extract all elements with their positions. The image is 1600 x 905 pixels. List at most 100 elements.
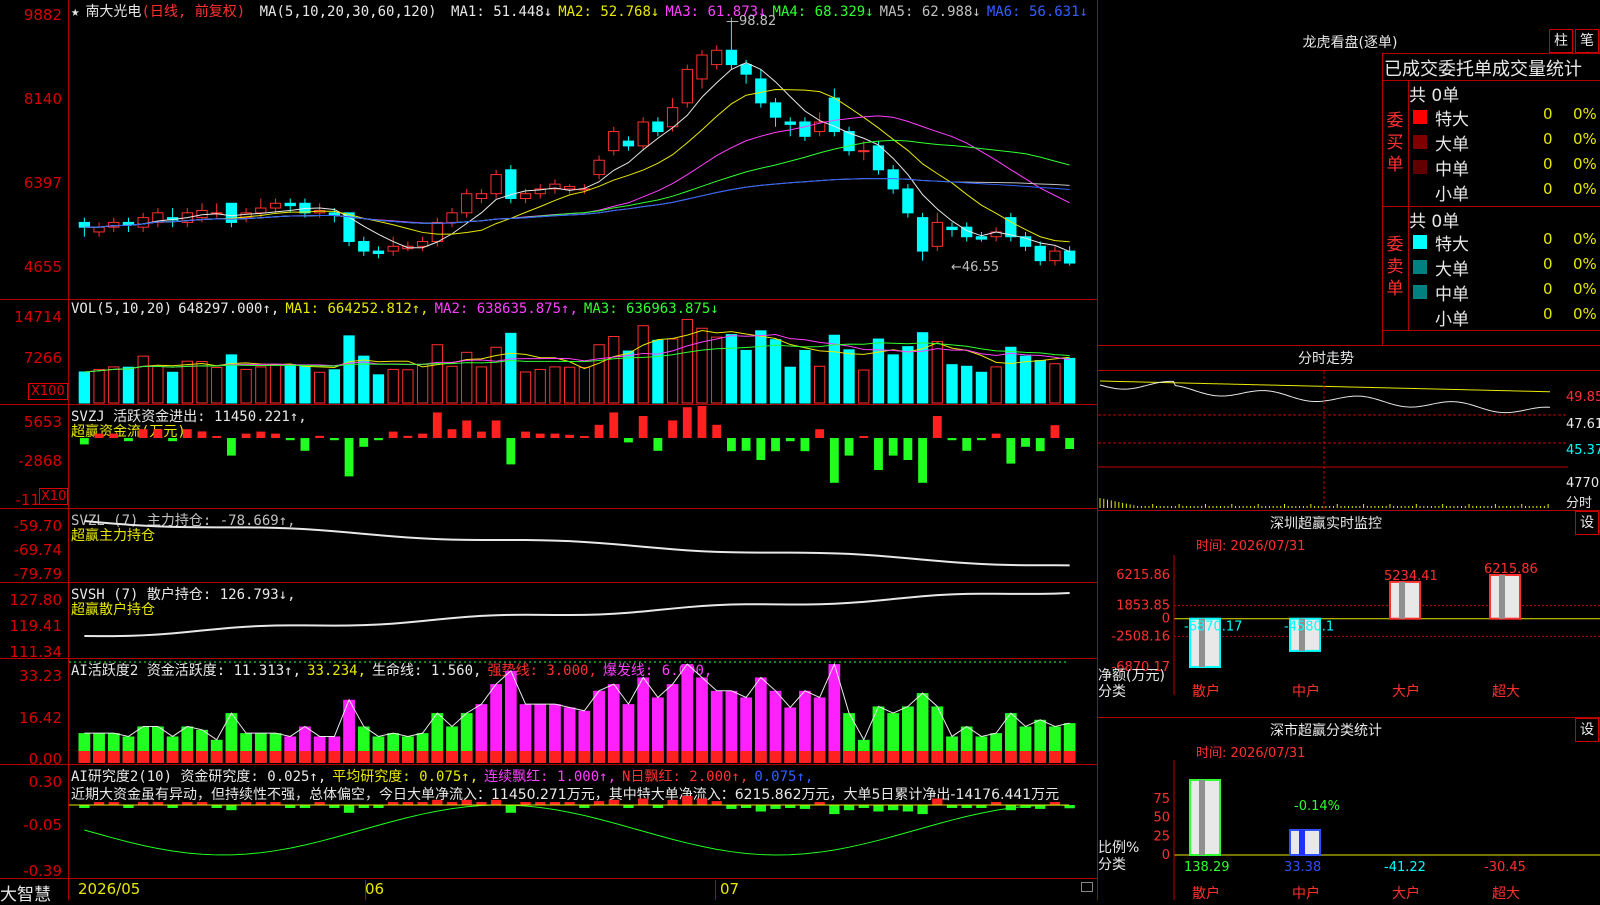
candle (902, 188, 914, 214)
unit-label: 分时 (1566, 496, 1593, 511)
volume-bar (314, 371, 326, 404)
flow-bar (329, 438, 339, 441)
volume-bar (240, 368, 252, 404)
y-axis-title: 比例% (1098, 840, 1139, 856)
color-swatch (1413, 160, 1427, 174)
activity-base-bar (725, 751, 738, 763)
candle (931, 221, 943, 247)
candle (564, 186, 576, 190)
volume-bar (328, 369, 340, 404)
volume-bar (505, 332, 517, 404)
candle (284, 202, 296, 207)
row-label: 特大 (1435, 235, 1469, 255)
y-label: 50 (1153, 811, 1170, 826)
flow-bar (727, 438, 736, 452)
candle (122, 221, 135, 226)
color-swatch (1413, 135, 1427, 149)
candle (637, 121, 649, 147)
date-label: 2026/05 (78, 880, 141, 898)
candle (666, 107, 679, 128)
activity-base-bar (710, 751, 723, 763)
flow-bar (815, 429, 825, 438)
low-marker: ←46.55 (951, 260, 1000, 275)
sell-row-xl: 特大 0 0% (1413, 230, 1600, 255)
buy-row-l: 大单 0 0% (1413, 130, 1600, 155)
category-label: 超大 (1492, 886, 1520, 900)
monitor-settings-button[interactable]: 设 (1575, 511, 1599, 535)
ai-activity-chart (69, 661, 1076, 763)
candle (1064, 250, 1076, 264)
flow-bar (565, 434, 575, 438)
volume-bar (990, 366, 1002, 404)
capital-flow-chart (79, 406, 1075, 483)
flow-bar (344, 438, 354, 477)
volume-bar (475, 366, 488, 404)
color-swatch (1413, 285, 1427, 299)
volume-bar (637, 325, 649, 404)
y-label: 0.00 (28, 750, 62, 768)
activity-base-bar (666, 751, 679, 763)
research-bar (667, 799, 678, 805)
y-label: 9882 (23, 6, 62, 24)
intraday-chart[interactable] (1098, 371, 1568, 509)
y-label: 45.37 (1566, 443, 1600, 458)
flow-bar (94, 433, 104, 438)
flow-bar (403, 435, 413, 438)
volume-chart (78, 318, 1076, 404)
lhb-title: 龙虎看盘(逐单) (1302, 35, 1398, 51)
flow-bar (447, 429, 457, 438)
classify-settings-button[interactable]: 设 (1575, 718, 1599, 742)
volume-bar (416, 363, 429, 404)
high-value: 98.82 (739, 14, 777, 29)
activity-base-bar (78, 751, 91, 763)
volume-bar (78, 371, 90, 404)
flow-bar (153, 429, 163, 438)
bar-view-button[interactable]: 柱 (1549, 29, 1573, 53)
flow-bar (829, 438, 839, 483)
candlestick-chart[interactable] (69, 0, 1097, 299)
monitor-bar-chart: 6215.861853.850-2508.16-6870.17-6870.17散… (1098, 555, 1600, 700)
activity-base-bar (254, 751, 267, 763)
buy-row-s: 小单 0 0% (1413, 180, 1600, 205)
y-label: -0.05 (23, 816, 62, 834)
y-label: -0.39 (23, 862, 62, 880)
activity-base-bar (372, 751, 385, 763)
main-holding-line (84, 520, 1070, 567)
volume-bar (284, 364, 296, 404)
flow-bar (79, 438, 89, 445)
activity-base-bar (475, 751, 488, 763)
volume-bar (931, 341, 943, 404)
volume-bar (108, 366, 120, 404)
tick-view-button[interactable]: 笔 (1575, 29, 1599, 53)
category-label: 中户 (1292, 885, 1320, 900)
research-bar (608, 799, 619, 805)
lock-icon[interactable] (1081, 882, 1093, 892)
volume-bar (666, 338, 679, 404)
flow-bar (1021, 438, 1030, 447)
activity-base-bar (857, 751, 870, 763)
activity-base-bar (740, 751, 752, 763)
flow-bar (668, 420, 677, 438)
activity-base-bar (181, 751, 194, 763)
row-count: 0 (1543, 305, 1553, 323)
activity-base-bar (225, 751, 238, 763)
activity-base-bar (152, 751, 164, 763)
volume-bar (578, 367, 590, 404)
activity-base-bar (828, 751, 841, 763)
activity-base-bar (107, 751, 120, 763)
volume-bar (696, 327, 708, 404)
candle (755, 78, 767, 104)
category-label: 散户 (1192, 683, 1220, 700)
research-bar (226, 805, 237, 811)
research-bar (461, 799, 472, 805)
volume-bar (549, 366, 561, 404)
row-label: 小单 (1435, 310, 1469, 330)
color-swatch (1413, 235, 1427, 249)
flow-bar (756, 438, 766, 460)
activity-base-bar (1019, 751, 1032, 763)
research-bar (917, 805, 928, 815)
category-bar-shade (1499, 575, 1505, 619)
activity-base-bar (593, 751, 605, 763)
row-pct: 0% (1573, 130, 1597, 148)
flow-bar (844, 438, 854, 456)
